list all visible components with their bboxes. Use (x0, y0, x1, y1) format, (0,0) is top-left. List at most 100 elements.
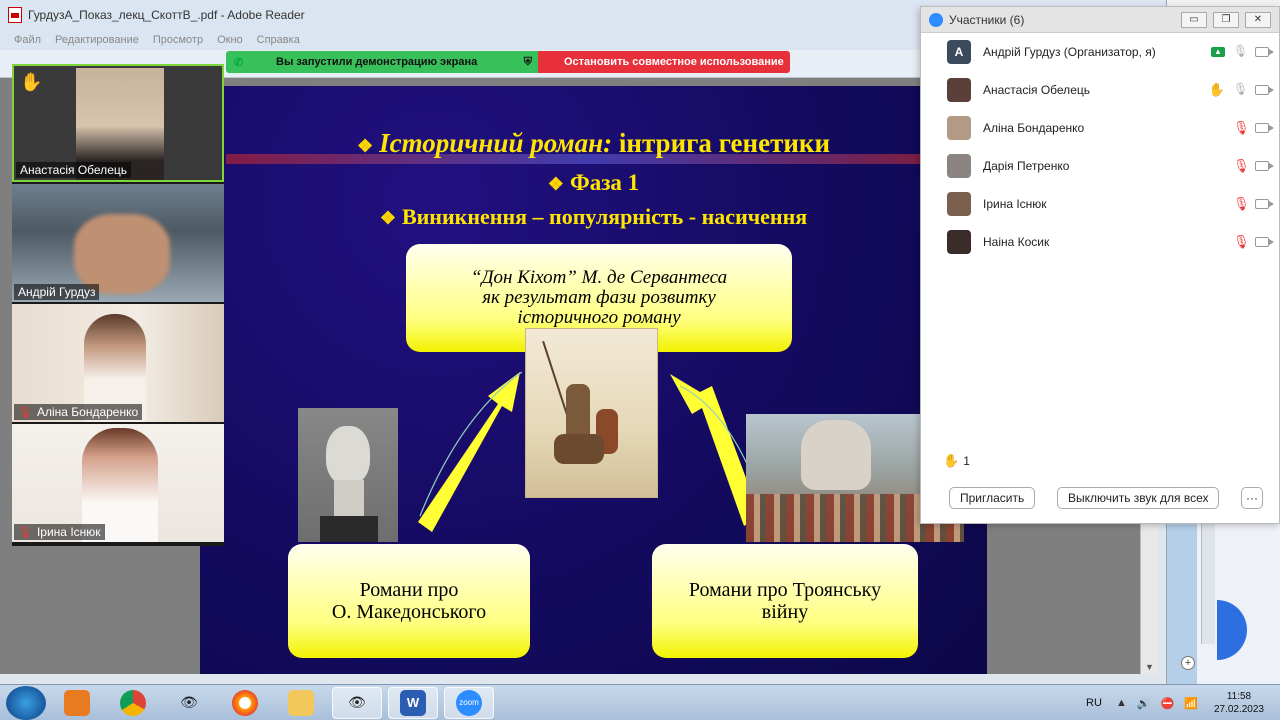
video-tile[interactable]: ✋ Анастасія Обелець (12, 64, 224, 182)
minimize-button[interactable]: ▭ (1181, 11, 1207, 28)
taskbar-adobe-reader[interactable]: 👁 (332, 686, 382, 719)
tray-up-icon[interactable]: ▲ (1116, 697, 1127, 709)
mic-muted-icon[interactable]: 🎙 (1233, 120, 1250, 136)
video-feed (74, 214, 170, 294)
restore-button[interactable]: ❐ (1213, 11, 1239, 28)
close-button[interactable]: ✕ (1245, 11, 1271, 28)
don-quixote-illustration (525, 328, 658, 498)
shield-icon: ⛨ (523, 55, 532, 68)
participant-row[interactable]: Ірина Існюк 🎙 (921, 185, 1279, 223)
mic-icon[interactable]: 🎙 (1233, 82, 1248, 98)
video-name: Анастасія Обелець (20, 163, 127, 177)
taskbar-word[interactable]: W (388, 686, 438, 719)
taskbar-explorer[interactable] (276, 687, 326, 719)
mic-muted-icon[interactable]: 🎙 (1233, 196, 1250, 212)
menu-help[interactable]: Справка (257, 34, 300, 46)
chrome-icon (120, 689, 146, 716)
box-right-line-2: війну (761, 601, 809, 623)
reader-title: ГурдузА_Показ_лекц_СкоттВ_.pdf - Adobe R… (28, 8, 305, 22)
eye-icon: 👁 (180, 694, 198, 710)
video-name: Ірина Існюк (36, 525, 101, 539)
participant-row[interactable]: A Андрій Гурдуз (Организатор, я) ▲ 🎙 (921, 33, 1279, 71)
avatar (947, 154, 971, 178)
camera-icon[interactable] (1255, 85, 1274, 95)
taskbar-yandex[interactable] (220, 687, 270, 719)
video-name-label: 🎙 Аліна Бондаренко (14, 404, 143, 420)
box-top-line-2: як результат фази розвитку (482, 287, 716, 308)
start-button[interactable] (6, 685, 46, 720)
raised-hands-count[interactable]: ✋ 1 (943, 453, 970, 469)
menu-edit[interactable]: Редактирование (55, 34, 139, 46)
camera-icon[interactable] (1255, 123, 1274, 133)
clock[interactable]: 11:58 27.02.2023 (1214, 690, 1264, 716)
taskbar-media-player[interactable] (52, 687, 102, 719)
taskbar-chrome[interactable] (108, 687, 158, 719)
camera-icon[interactable] (1255, 161, 1274, 171)
taskbar-eye-app[interactable]: 👁 (164, 687, 214, 719)
language-indicator[interactable]: RU (1086, 697, 1102, 709)
participant-row[interactable]: Аліна Бондаренко 🎙 (921, 109, 1279, 147)
camera-icon[interactable] (1255, 199, 1274, 209)
network-warning-icon[interactable]: ⛔ (1161, 697, 1175, 710)
sharing-indicator: ✆ Вы запустили демонстрацию экрана ⛨ (226, 51, 538, 73)
participants-title: Участники (6) (949, 12, 1025, 27)
menu-window[interactable]: Окно (217, 34, 243, 46)
background-scrollbar (1201, 524, 1215, 644)
system-tray: RU ▲ 🔊 ⛔ 📶 11:58 27.02.2023 (1086, 685, 1280, 720)
video-tile[interactable]: 🎙 Аліна Бондаренко (12, 304, 224, 422)
word-icon: W (400, 689, 426, 716)
volume-icon[interactable]: 🔊 (1137, 697, 1151, 710)
participant-name: Ірина Існюк (983, 197, 1047, 211)
clock-date: 27.02.2023 (1213, 704, 1264, 715)
folder-icon (288, 689, 314, 716)
participant-name: Анастасія Обелець (983, 83, 1090, 97)
stop-share-label: Остановить совместное использование (564, 56, 784, 68)
camera-icon[interactable] (1255, 237, 1274, 247)
participants-panel: Участники (6) ▭ ❐ ✕ A Андрій Гурдуз (Орг… (920, 6, 1280, 524)
box-troy-novels: Романи про Троянську війну (652, 544, 918, 658)
zoom-in-icon[interactable]: + (1181, 656, 1195, 670)
avatar (947, 116, 971, 140)
video-tile[interactable]: Андрій Гурдуз (12, 184, 224, 302)
scroll-down-icon[interactable]: ▼ (1145, 662, 1154, 672)
background-window-fragment: + (1167, 524, 1280, 684)
box-top-line-1: “Дон Кіхот” М. де Сервантеса (470, 267, 728, 288)
participant-name: Андрій Гурдуз (Организатор, я) (983, 45, 1156, 59)
raised-hand-icon: ✋ (20, 72, 43, 92)
zoom-logo-fragment (1217, 600, 1247, 660)
mic-muted-icon: 🎙 (18, 526, 32, 539)
stop-share-button[interactable]: Остановить совместное использование (538, 51, 790, 73)
avatar (947, 230, 971, 254)
invite-button[interactable]: Пригласить (949, 487, 1036, 509)
participant-name: Наіна Косик (983, 235, 1050, 249)
box-macedon-novels: Романи про О. Македонського (288, 544, 530, 658)
video-name-label: 🎙 Ірина Існюк (14, 524, 105, 540)
menu-file[interactable]: Файл (14, 34, 41, 46)
participants-title-bar: Участники (6) ▭ ❐ ✕ (921, 7, 1279, 33)
arrow-left-up (418, 372, 520, 532)
box-top-line-3: історичного роману (517, 307, 681, 328)
menu-view[interactable]: Просмотр (153, 34, 203, 46)
phone-icon: ✆ (234, 57, 244, 69)
video-name-label: Андрій Гурдуз (14, 284, 100, 300)
participant-row[interactable]: Анастасія Обелець ✋ 🎙 (921, 71, 1279, 109)
participant-row[interactable]: Дарія Петренко 🎙 (921, 147, 1279, 185)
mic-icon[interactable]: 🎙 (1233, 44, 1248, 60)
reader-eye-icon: 👁 (348, 694, 366, 710)
taskbar-zoom[interactable]: zoom (444, 686, 494, 719)
mic-muted-icon[interactable]: 🎙 (1233, 158, 1250, 174)
box-left-line-1: Романи про (359, 579, 459, 601)
alexander-bust-image (298, 408, 398, 542)
signal-icon[interactable]: 📶 (1184, 697, 1198, 710)
more-options-button[interactable]: ··· (1241, 487, 1263, 509)
mute-all-button[interactable]: Выключить звук для всех (1057, 487, 1220, 509)
box-right-line-1: Романи про Троянську (688, 579, 882, 601)
video-tile[interactable]: 🎙 Ірина Існюк (12, 424, 224, 542)
participant-row[interactable]: Наіна Косик 🎙 (921, 223, 1279, 261)
media-player-icon (64, 689, 90, 716)
video-name: Андрій Гурдуз (18, 285, 96, 299)
mic-muted-icon[interactable]: 🎙 (1233, 234, 1250, 250)
windows-taskbar: 👁 👁 W zoom RU ▲ 🔊 ⛔ 📶 11:58 27.02.2023 (0, 684, 1280, 720)
zoom-icon (929, 12, 943, 27)
camera-icon[interactable] (1255, 47, 1274, 57)
